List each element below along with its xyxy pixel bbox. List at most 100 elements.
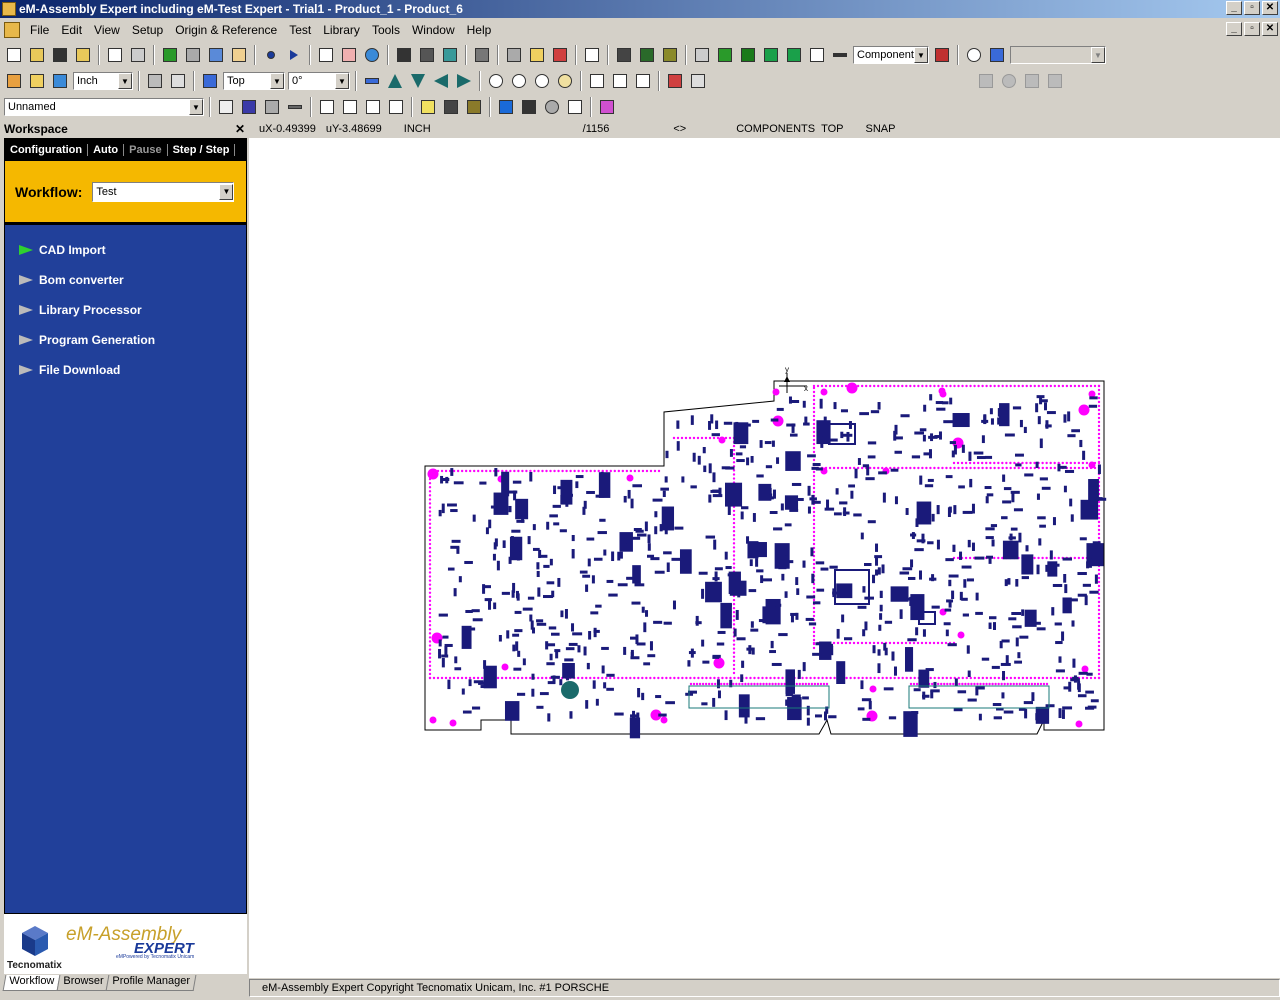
reference-icon[interactable] [27, 71, 47, 91]
binoculars-icon[interactable] [394, 45, 414, 65]
refresh-icon[interactable] [200, 71, 220, 91]
pattern-icon[interactable] [542, 97, 562, 117]
align-vertical-icon[interactable] [386, 97, 406, 117]
tab-browser[interactable]: Browser [56, 975, 110, 991]
chevron-down-icon[interactable]: ▼ [189, 99, 203, 115]
table-icon[interactable] [441, 97, 461, 117]
workflow-select[interactable]: Test ▼ [92, 181, 235, 202]
menu-edit[interactable]: Edit [55, 23, 88, 37]
disabled-combo[interactable]: ▼ [1010, 46, 1106, 64]
mdi-close-button[interactable]: ✕ [1262, 22, 1278, 36]
chevron-down-icon[interactable]: ▼ [1091, 47, 1105, 63]
pointer-icon[interactable] [496, 97, 516, 117]
chevron-down-icon[interactable]: ▼ [914, 47, 928, 63]
new-file-icon[interactable] [4, 45, 24, 65]
monitor-icon[interactable] [597, 97, 617, 117]
board-icon[interactable] [160, 45, 180, 65]
menu-tools[interactable]: Tools [366, 23, 406, 37]
align-center-icon[interactable] [340, 97, 360, 117]
page-icon[interactable] [565, 97, 585, 117]
tree-icon[interactable] [440, 45, 460, 65]
filter-icon[interactable] [472, 45, 492, 65]
save-as-icon[interactable] [73, 45, 93, 65]
document-icon[interactable] [4, 22, 20, 38]
menu-setup[interactable]: Setup [126, 23, 169, 37]
palette-icon[interactable] [987, 45, 1007, 65]
side-combo[interactable]: Top ▼ [223, 72, 285, 90]
origin-icon[interactable] [4, 71, 24, 91]
report-red-icon[interactable] [339, 45, 359, 65]
grid-icon[interactable] [614, 45, 634, 65]
menu-view[interactable]: View [88, 23, 126, 37]
close-button[interactable]: ✕ [1262, 1, 1278, 15]
ruler-icon[interactable] [830, 45, 850, 65]
pcb-canvas[interactable]: y x [249, 138, 1280, 978]
route-icon[interactable] [761, 45, 781, 65]
menu-library[interactable]: Library [317, 23, 366, 37]
export-icon[interactable] [587, 71, 607, 91]
delete-icon[interactable] [665, 71, 685, 91]
dots-grid-icon[interactable] [692, 45, 712, 65]
mirror-icon[interactable] [362, 71, 382, 91]
open-folder-icon[interactable] [27, 45, 47, 65]
chevron-down-icon[interactable]: ▼ [335, 73, 349, 89]
tool-c-icon[interactable] [550, 45, 570, 65]
workflow-step-bom-converter[interactable]: Bom converter [5, 265, 246, 295]
menu-origin-reference[interactable]: Origin & Reference [169, 23, 283, 37]
save-icon[interactable] [50, 45, 70, 65]
copy-icon[interactable] [105, 45, 125, 65]
import-icon[interactable] [610, 71, 630, 91]
align-right-icon[interactable] [363, 97, 383, 117]
tab-auto[interactable]: Auto [88, 144, 125, 156]
close-icon[interactable]: ✕ [235, 121, 245, 137]
chevron-down-icon[interactable]: ▼ [270, 73, 284, 89]
arrow-up-icon[interactable] [385, 71, 405, 91]
layer-combo[interactable]: Unnamed ▼ [4, 98, 204, 116]
chevron-down-icon[interactable]: ▼ [118, 73, 132, 89]
route-line-icon[interactable] [239, 97, 259, 117]
menu-window[interactable]: Window [406, 23, 461, 37]
menu-test[interactable]: Test [283, 23, 317, 37]
wrench-icon[interactable] [183, 45, 203, 65]
print-icon[interactable] [128, 45, 148, 65]
workflow-step-program-generation[interactable]: Program Generation [5, 325, 246, 355]
gear-icon[interactable] [206, 45, 226, 65]
measure-icon[interactable] [50, 71, 70, 91]
tool-b-icon[interactable] [527, 45, 547, 65]
hand-icon[interactable] [229, 45, 249, 65]
mdi-minimize-button[interactable]: _ [1226, 22, 1242, 36]
tab-workflow[interactable]: Workflow [2, 975, 61, 991]
zoom-out-icon[interactable] [509, 71, 529, 91]
calculator-icon[interactable] [145, 71, 165, 91]
globe-icon[interactable] [362, 45, 382, 65]
mdi-restore-button[interactable]: ▫ [1244, 22, 1260, 36]
download-icon[interactable] [633, 71, 653, 91]
workflow-step-file-download[interactable]: File Download [5, 355, 246, 385]
align-left-icon[interactable] [317, 97, 337, 117]
report-icon[interactable] [316, 45, 336, 65]
zoom-window-icon[interactable] [555, 71, 575, 91]
zoom-in-icon[interactable] [486, 71, 506, 91]
pencil-icon[interactable] [262, 97, 282, 117]
chevron-down-icon[interactable]: ▼ [219, 183, 234, 200]
chart-icon[interactable] [582, 45, 602, 65]
find-icon[interactable] [417, 45, 437, 65]
board-view-icon[interactable] [168, 71, 188, 91]
bar-chart-icon[interactable] [216, 97, 236, 117]
tab-configuration[interactable]: Configuration [5, 144, 89, 156]
pcb-drawing[interactable]: y x [249, 138, 1280, 978]
text-icon[interactable] [807, 45, 827, 65]
tab-pause[interactable]: Pause [124, 144, 168, 156]
chip-icon[interactable] [715, 45, 735, 65]
menu-file[interactable]: File [24, 23, 55, 37]
minimize-button[interactable]: _ [1226, 1, 1242, 15]
magnet-icon[interactable] [932, 45, 952, 65]
list-icon[interactable] [660, 45, 680, 65]
units-combo[interactable]: Inch ▼ [73, 72, 133, 90]
sparkle-icon[interactable] [418, 97, 438, 117]
record-icon[interactable] [261, 45, 281, 65]
angle-combo[interactable]: 0° ▼ [288, 72, 350, 90]
tab-step-step[interactable]: Step / Step [168, 144, 236, 156]
maximize-button[interactable]: ▫ [1244, 1, 1260, 15]
wire-icon[interactable] [285, 97, 305, 117]
